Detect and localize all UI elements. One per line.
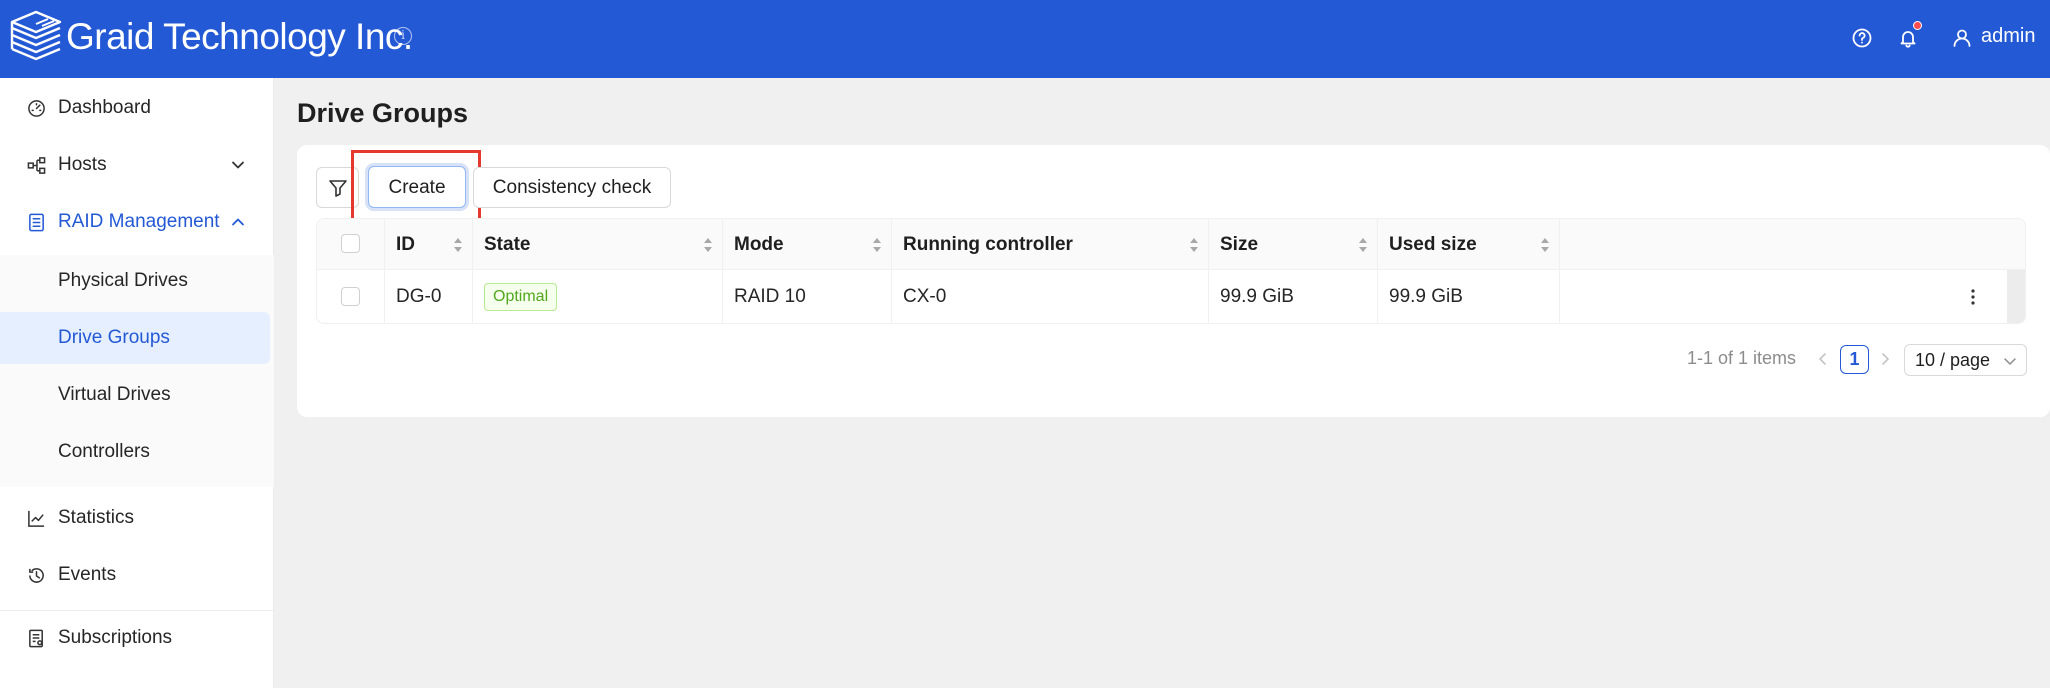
cell-mode: RAID 10: [722, 270, 891, 323]
page-title: Drive Groups: [297, 98, 469, 128]
sidebar-item-label: Statistics: [58, 507, 135, 528]
sidebar-item-controllers[interactable]: Controllers: [0, 426, 270, 478]
sidebar-item-label: Dashboard: [58, 97, 151, 118]
user-icon[interactable]: [1950, 26, 1974, 50]
table-header: ID State Mode Running controller Size Us…: [317, 219, 2025, 270]
column-header-mode[interactable]: Mode: [722, 219, 891, 270]
sidebar-item-label: RAID Management: [58, 211, 220, 232]
sort-icon[interactable]: [1540, 236, 1550, 254]
row-select-cell: [317, 270, 384, 323]
page-size-select[interactable]: 10 / page: [1904, 344, 2027, 376]
column-header-used-size[interactable]: Used size: [1377, 219, 1559, 270]
page-button[interactable]: 1: [1840, 345, 1869, 374]
status-badge: Optimal: [484, 282, 558, 311]
sidebar-item-virtual-drives[interactable]: Virtual Drives: [0, 369, 270, 421]
dashboard-icon: [28, 100, 45, 117]
column-header-actions: [1559, 219, 2025, 270]
sidebar-item-drive-groups[interactable]: Drive Groups: [0, 312, 270, 364]
drive-groups-card: Create Consistency check ID State Mode R…: [297, 145, 2050, 417]
sidebar-item-label: Virtual Drives: [58, 384, 171, 405]
column-label: ID: [396, 234, 415, 255]
sidebar-item-label: Controllers: [58, 441, 150, 462]
filter-icon: [329, 180, 347, 197]
sidebar-item-label: Hosts: [58, 154, 107, 175]
cell-actions: [1559, 270, 2007, 323]
help-icon[interactable]: [1850, 26, 1874, 50]
chevron-left-icon[interactable]: [1814, 350, 1832, 368]
sort-icon[interactable]: [1358, 236, 1368, 254]
graid-logo-icon[interactable]: [8, 8, 64, 66]
more-actions-icon[interactable]: [1963, 287, 1983, 307]
sidebar-item-physical-drives[interactable]: Physical Drives: [0, 255, 270, 307]
cell-id: DG-0: [384, 270, 472, 323]
consistency-check-button[interactable]: Consistency check: [473, 167, 671, 208]
sort-icon[interactable]: [1189, 236, 1199, 254]
raid-submenu: Physical Drives Drive Groups Virtual Dri…: [0, 255, 274, 487]
row-checkbox[interactable]: [341, 287, 360, 306]
chevron-right-icon[interactable]: [1876, 350, 1894, 368]
pagination-total: 1-1 of 1 items: [1687, 348, 1797, 368]
sort-icon[interactable]: [703, 236, 713, 254]
user-menu[interactable]: admin: [1981, 25, 2035, 48]
chevron-up-icon: [232, 218, 244, 226]
page-size-value: 10 / page: [1915, 350, 1991, 370]
sidebar-item-label: Physical Drives: [58, 270, 188, 291]
column-header-size[interactable]: Size: [1208, 219, 1377, 270]
raid-icon: [29, 213, 44, 232]
table-row[interactable]: DG-0 Optimal RAID 10 CX-0 99.9 GiB 99.9 …: [317, 270, 2025, 323]
top-header: Graid Technology Inc. i admin: [0, 0, 2050, 78]
select-all-cell: [317, 219, 384, 270]
column-label: Running controller: [903, 234, 1073, 255]
cell-state: Optimal: [472, 270, 722, 323]
history-icon: [29, 568, 44, 583]
cell-used-size: 99.9 GiB: [1377, 270, 1559, 323]
column-label: Size: [1220, 234, 1259, 255]
sidebar-item-label: Drive Groups: [58, 327, 170, 348]
cell-size: 99.9 GiB: [1208, 270, 1377, 323]
info-icon[interactable]: i: [394, 27, 412, 45]
column-header-state[interactable]: State: [472, 219, 722, 270]
column-label: Mode: [734, 234, 784, 255]
chevron-down-icon: [232, 161, 244, 169]
sidebar-item-statistics[interactable]: Statistics: [0, 492, 274, 544]
create-button[interactable]: Create: [368, 166, 466, 208]
sidebar-divider: [0, 610, 274, 611]
select-all-checkbox[interactable]: [341, 234, 360, 253]
sort-icon[interactable]: [872, 236, 882, 254]
sidebar: Dashboard Hosts RAID Management Physical…: [0, 78, 274, 688]
drive-groups-table: ID State Mode Running controller Size Us…: [316, 218, 2026, 324]
sidebar-item-hosts[interactable]: Hosts: [0, 139, 274, 191]
subscriptions-icon: [29, 629, 43, 648]
column-header-id[interactable]: ID: [384, 219, 472, 270]
cell-running-controller: CX-0: [891, 270, 1208, 323]
horizontal-scroll-area[interactable]: [2007, 270, 2025, 323]
hosts-icon: [27, 157, 46, 174]
sidebar-item-label: Subscriptions: [58, 627, 173, 648]
sidebar-item-raid-management[interactable]: RAID Management: [0, 196, 274, 248]
column-header-running-controller[interactable]: Running controller: [891, 219, 1208, 270]
sidebar-item-events[interactable]: Events: [0, 549, 274, 601]
brand-name: Graid Technology Inc.: [66, 16, 413, 57]
sidebar-item-subscriptions[interactable]: Subscriptions: [0, 612, 274, 664]
chart-icon: [28, 510, 45, 527]
sidebar-item-dashboard[interactable]: Dashboard: [0, 82, 274, 134]
sort-icon[interactable]: [453, 236, 463, 254]
column-label: State: [484, 234, 531, 255]
notification-dot: [1913, 21, 1922, 30]
sidebar-item-label: Events: [58, 564, 117, 585]
chevron-down-icon: [2004, 358, 2016, 365]
column-label: Used size: [1389, 234, 1477, 255]
